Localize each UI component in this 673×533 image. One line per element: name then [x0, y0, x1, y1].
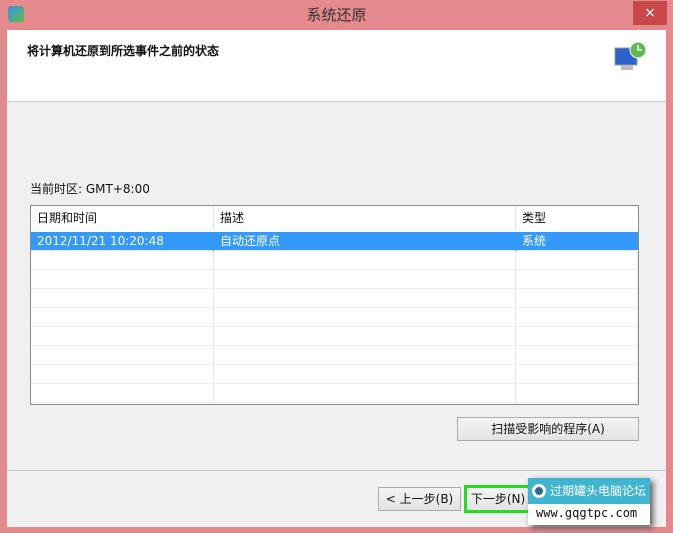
system-restore-app-icon [8, 6, 24, 22]
empty-cell [214, 346, 516, 365]
watermark-logo-icon [532, 484, 546, 498]
watermark-url: www.gqgtpc.com [536, 506, 638, 520]
empty-table-row [31, 270, 638, 289]
watermark-name: 过期罐头电脑论坛 [528, 478, 650, 504]
empty-cell [31, 289, 214, 308]
column-header-date[interactable]: 日期和时间 [31, 206, 214, 230]
empty-cell [516, 384, 638, 403]
empty-cell [31, 365, 214, 384]
empty-cell [214, 251, 516, 270]
empty-table-row [31, 365, 638, 384]
empty-cell [214, 308, 516, 327]
empty-cell [516, 308, 638, 327]
next-button[interactable]: 下一步(N) [464, 485, 532, 513]
table-row[interactable]: 2012/11/21 10:20:48 自动还原点 系统 [31, 232, 638, 251]
empty-table-row [31, 251, 638, 270]
header-panel: 将计算机还原到所选事件之前的状态 [7, 30, 666, 102]
empty-cell [516, 251, 638, 270]
window-title: 系统还原 [306, 6, 367, 24]
cell-date: 2012/11/21 10:20:48 [31, 232, 214, 251]
empty-cell [214, 270, 516, 289]
empty-cell [31, 346, 214, 365]
empty-cell [516, 346, 638, 365]
column-header-description[interactable]: 描述 [214, 206, 516, 230]
timezone-label: 当前时区: GMT+8:00 [30, 182, 150, 196]
system-restore-icon [614, 41, 647, 70]
back-button[interactable]: < 上一步(B) [378, 487, 461, 511]
empty-table-row [31, 384, 638, 403]
empty-cell [214, 365, 516, 384]
empty-cell [214, 289, 516, 308]
restore-points-table[interactable]: 日期和时间 描述 类型 2012/11/21 10:20:48 自动还原点 系统 [30, 205, 639, 405]
empty-table-row [31, 346, 638, 365]
column-header-type[interactable]: 类型 [516, 206, 638, 230]
close-button[interactable]: × [633, 1, 667, 25]
empty-cell [214, 327, 516, 346]
empty-table-row [31, 289, 638, 308]
empty-cell [516, 365, 638, 384]
empty-cell [516, 270, 638, 289]
empty-cell [516, 289, 638, 308]
empty-cell [516, 327, 638, 346]
empty-cell [214, 384, 516, 403]
divider [7, 470, 666, 471]
scan-affected-programs-button[interactable]: 扫描受影响的程序(A) [457, 417, 639, 441]
empty-cell [31, 327, 214, 346]
empty-cell [31, 384, 214, 403]
cell-description: 自动还原点 [214, 232, 516, 251]
watermark: 过期罐头电脑论坛 www.gqgtpc.com [528, 478, 650, 525]
empty-table-row [31, 327, 638, 346]
empty-cell [31, 251, 214, 270]
empty-cell [31, 270, 214, 289]
empty-cell [31, 308, 214, 327]
cell-type: 系统 [522, 234, 547, 248]
page-heading: 将计算机还原到所选事件之前的状态 [27, 44, 220, 58]
empty-table-row [31, 308, 638, 327]
